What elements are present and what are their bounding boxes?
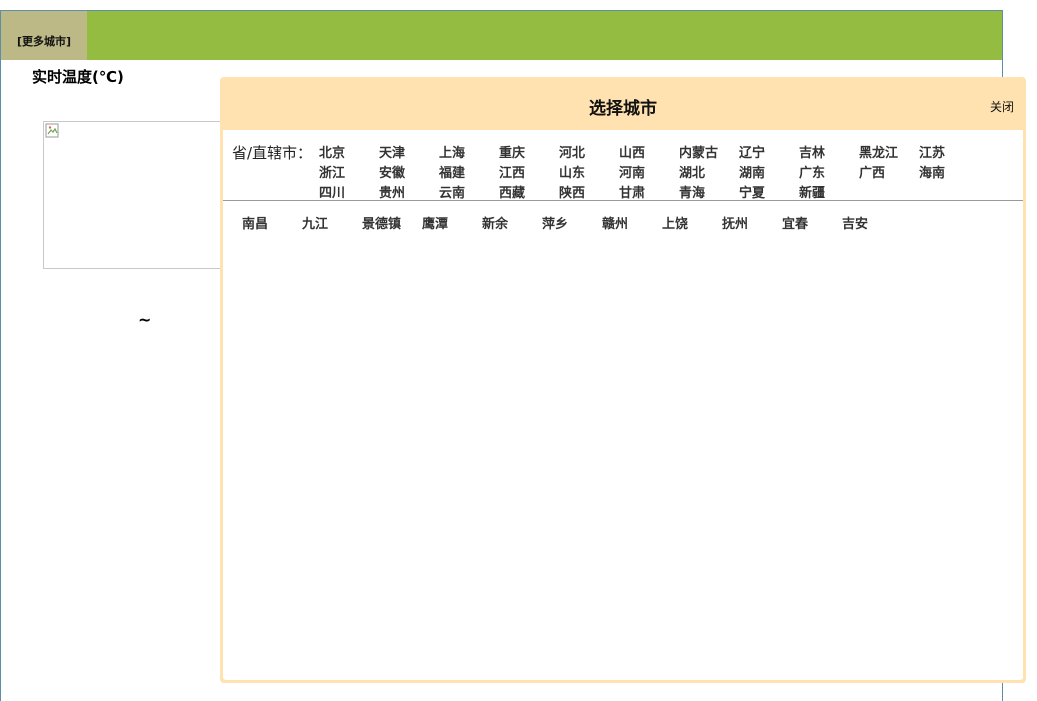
- province-item[interactable]: 重庆: [499, 142, 559, 162]
- city-item[interactable]: 九江: [302, 213, 362, 232]
- divider: [223, 200, 1023, 201]
- dialog-body: 省/直辖市： 北京 天津 上海 重庆 河北 山西 内蒙古 辽宁 吉林 黑龙江 江苏浙江 安徽 福建 江西山…: [223, 130, 1023, 680]
- province-item[interactable]: 山西: [619, 142, 679, 162]
- realtime-temp-label: 实时温度(℃): [32, 68, 124, 86]
- province-list: 北京 天津 上海 重庆 河北 山西 内蒙古 辽宁 吉林 黑龙江 江苏浙江 安徽 福建 江西 山东 河南 湖北 湖南…: [319, 142, 1019, 202]
- select-city-dialog: 选择城市 关闭 省/直辖市： 北京 天津 上海 重庆 河北 山西 内蒙古 辽宁 吉林 黑龙江 江苏浙…: [220, 77, 1026, 683]
- province-item[interactable]: 西藏: [499, 182, 559, 202]
- province-item[interactable]: 宁夏: [739, 182, 799, 202]
- province-item[interactable]: 湖南: [739, 162, 799, 182]
- broken-image-icon: [45, 123, 59, 138]
- province-item[interactable]: 广东: [799, 162, 859, 182]
- city-item[interactable]: 宜春: [782, 213, 842, 232]
- province-item[interactable]: 辽宁: [739, 142, 799, 162]
- province-item[interactable]: 山东: [559, 162, 619, 182]
- city-item[interactable]: 上饶: [662, 213, 722, 232]
- city-list: 南昌 九江 景德镇 鹰潭 新余 萍乡 赣州 上饶 抚州 宜春 吉安: [242, 213, 902, 232]
- city-item[interactable]: 赣州: [602, 213, 662, 232]
- province-item[interactable]: 上海: [439, 142, 499, 162]
- city-item[interactable]: 吉安: [842, 213, 902, 232]
- city-item[interactable]: 景德镇: [362, 213, 422, 232]
- province-item[interactable]: 天津: [379, 142, 439, 162]
- top-bar: [更多城市]: [1, 11, 1002, 60]
- province-item[interactable]: 浙江: [319, 162, 379, 182]
- province-label: 省/直辖市：: [232, 144, 313, 162]
- province-item[interactable]: 青海: [679, 182, 739, 202]
- province-item[interactable]: 北京: [319, 142, 379, 162]
- province-item[interactable]: 河北: [559, 142, 619, 162]
- close-button[interactable]: 关闭: [990, 98, 1014, 115]
- temp-range-separator: ~: [138, 310, 152, 329]
- province-item[interactable]: 吉林: [799, 142, 859, 162]
- province-item[interactable]: 甘肃: [619, 182, 679, 202]
- city-item[interactable]: 萍乡: [542, 213, 602, 232]
- province-item[interactable]: 贵州: [379, 182, 439, 202]
- province-item[interactable]: 湖北: [679, 162, 739, 182]
- province-item[interactable]: 福建: [439, 162, 499, 182]
- province-item[interactable]: 黑龙江: [859, 142, 919, 162]
- province-item[interactable]: 内蒙古: [679, 142, 739, 162]
- province-item[interactable]: 海南: [919, 162, 979, 182]
- city-item[interactable]: 南昌: [242, 213, 302, 232]
- province-item[interactable]: 安徽: [379, 162, 439, 182]
- province-item[interactable]: 陕西: [559, 182, 619, 202]
- province-item[interactable]: 广西: [859, 162, 919, 182]
- city-item[interactable]: 抚州: [722, 213, 782, 232]
- province-item[interactable]: 江苏: [919, 142, 979, 162]
- city-item[interactable]: 新余: [482, 213, 542, 232]
- more-city-button[interactable]: [更多城市]: [1, 11, 87, 60]
- province-item[interactable]: 河南: [619, 162, 679, 182]
- province-item[interactable]: 新疆: [799, 182, 859, 202]
- province-item[interactable]: 江西: [499, 162, 559, 182]
- weather-image-placeholder: [43, 121, 233, 269]
- city-item[interactable]: 鹰潭: [422, 213, 482, 232]
- dialog-title: 选择城市: [589, 99, 657, 119]
- province-item[interactable]: 云南: [439, 182, 499, 202]
- province-item[interactable]: 四川: [319, 182, 379, 202]
